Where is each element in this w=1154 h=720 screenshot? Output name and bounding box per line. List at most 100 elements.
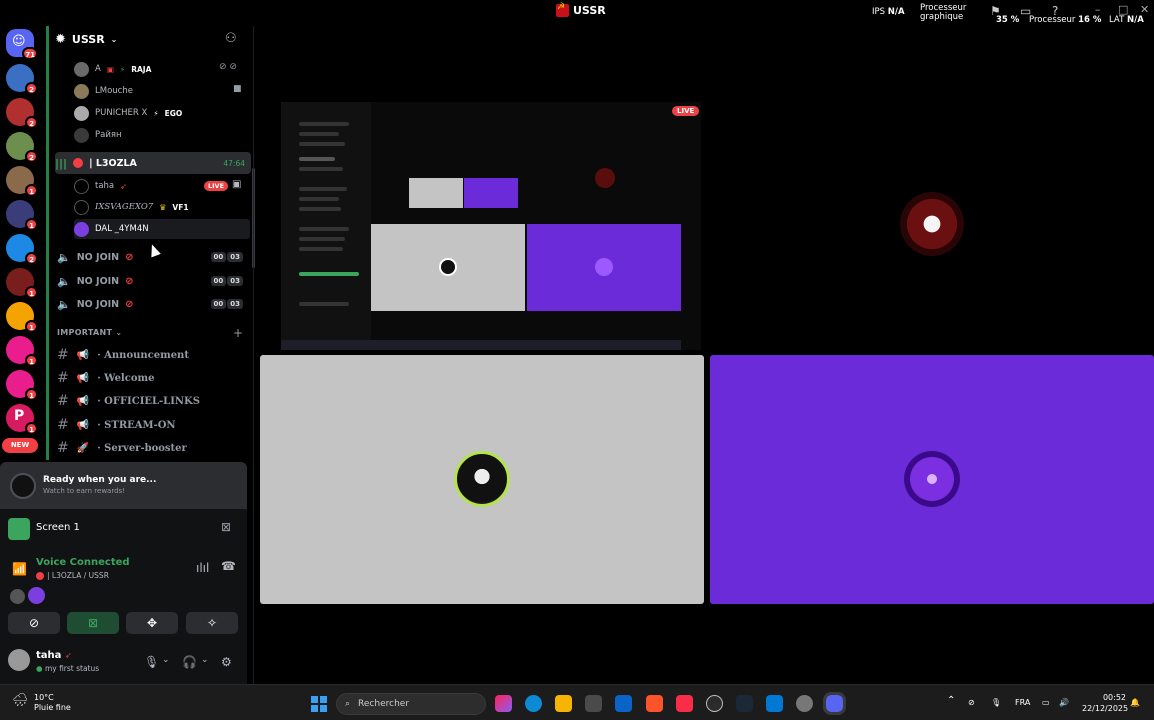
- text-channel[interactable]: # 📢 · OFFICIEL-LINKS: [57, 391, 249, 411]
- server-icon-10[interactable]: 1: [6, 370, 38, 401]
- voice-user[interactable]: DAL _4YM4N: [74, 219, 250, 239]
- taskbar-search[interactable]: ⌕ Rechercher: [336, 693, 486, 715]
- stream-tile[interactable]: [281, 102, 701, 350]
- divider: [253, 26, 254, 684]
- language-indicator[interactable]: FRA: [1015, 698, 1030, 707]
- store-icon[interactable]: [585, 695, 602, 712]
- chevron-up-icon[interactable]: ⌃: [947, 695, 955, 706]
- create-channel-icon[interactable]: +: [233, 326, 243, 340]
- file-explorer-icon[interactable]: [555, 695, 572, 712]
- avatar: [74, 105, 89, 121]
- chevron-down-icon[interactable]: ⌄: [201, 655, 209, 665]
- server-icon-3[interactable]: 2: [6, 132, 38, 163]
- server-icon-5[interactable]: 1: [6, 200, 38, 231]
- camera-icon: ■: [233, 84, 242, 94]
- text-channel[interactable]: # 📢 · STREAM-ON: [57, 415, 249, 435]
- online-dot-icon: ●: [36, 664, 43, 673]
- quest-promo[interactable]: Ready when you are... Watch to earn rewa…: [0, 462, 247, 509]
- voice-user[interactable]: PUNICHER X ⚡ EGO: [74, 103, 182, 123]
- noise-suppression-icon[interactable]: ılıl: [196, 561, 209, 575]
- server-icon-8[interactable]: 1: [6, 302, 38, 333]
- participant-tile-taha[interactable]: [260, 355, 704, 604]
- server-icon-4[interactable]: 1: [6, 166, 38, 197]
- gpu-label: Processeur graphique: [920, 3, 967, 22]
- settings-icon[interactable]: [796, 695, 813, 712]
- display-icon[interactable]: ▭: [1042, 698, 1050, 707]
- voice-user[interactable]: Райян: [74, 125, 122, 145]
- voice-channel-no-join[interactable]: 🔈 NO JOIN ⊘ 00 03: [57, 294, 249, 314]
- voice-active-icon: |||: [55, 156, 68, 170]
- voice-channel-no-join[interactable]: 🔈 NO JOIN ⊘ 00 03: [57, 271, 249, 291]
- live-badge: LIVE: [204, 181, 229, 191]
- preview-purple-tile: [527, 224, 681, 311]
- server-icon-2[interactable]: 2: [6, 98, 38, 129]
- avatar: [74, 127, 89, 143]
- voice-user[interactable]: taha ➶: [74, 176, 127, 196]
- windows-start-icon[interactable]: [311, 696, 327, 712]
- settings-gear-icon[interactable]: ⚙: [221, 655, 232, 669]
- voice-channel-l3ozla[interactable]: ||| | L3OZLA 47:64: [55, 152, 251, 174]
- voice-user[interactable]: A ▣ ⚡ RAJA: [74, 59, 151, 79]
- orb-icon: [10, 473, 36, 499]
- minimize-icon[interactable]: –: [1095, 3, 1101, 16]
- chevron-down-icon[interactable]: ⌄: [162, 655, 170, 665]
- close-icon[interactable]: ✕: [1140, 3, 1149, 16]
- camera-off-button[interactable]: ⊘: [8, 612, 60, 634]
- discord-taskbar-icon[interactable]: [823, 692, 846, 715]
- volume-icon[interactable]: 🔊: [1059, 698, 1069, 707]
- participant-tile-dal[interactable]: [710, 355, 1154, 604]
- voice-user[interactable]: LMouche: [74, 81, 133, 101]
- server-icon-7[interactable]: 1: [6, 268, 38, 299]
- invite-people-icon[interactable]: ⚇: [225, 31, 237, 46]
- text-channel[interactable]: # 📢 · Announcement: [57, 345, 249, 365]
- chatgpt-icon[interactable]: [706, 695, 723, 712]
- network-off-icon[interactable]: ⊘: [968, 698, 975, 707]
- stop-share-icon[interactable]: ⊠: [221, 520, 231, 534]
- steam-icon[interactable]: [736, 695, 753, 712]
- user-name[interactable]: taha ➶: [36, 650, 72, 661]
- microphone-icon[interactable]: 🎙: [144, 655, 159, 669]
- cpu-stat: Processeur 16 %: [1029, 15, 1102, 25]
- screen-share-row[interactable]: Screen 1 ⊠: [0, 509, 247, 549]
- clock[interactable]: 00:52 22/12/2025: [1082, 692, 1128, 714]
- server-header[interactable]: ✹ USSR ⌄: [55, 32, 117, 47]
- screen-share-button[interactable]: ⊠: [67, 612, 119, 634]
- server-icon-6[interactable]: 2: [6, 234, 38, 265]
- no-entry-icon: ⊘: [125, 251, 134, 263]
- copilot-icon[interactable]: [495, 695, 512, 712]
- voice-user[interactable]: IXSVAGEXO7 ♛ VF1: [74, 197, 189, 217]
- category-important[interactable]: IMPORTANT ⌄: [57, 328, 122, 337]
- weather-widget[interactable]: 10°C Pluie fine: [34, 693, 71, 713]
- music-icon[interactable]: [676, 695, 693, 712]
- new-badge: NEW: [2, 438, 38, 453]
- weather-rain-icon[interactable]: 🌧: [12, 693, 29, 708]
- notification-bell-icon[interactable]: 🔔: [1130, 698, 1140, 707]
- text-channel[interactable]: # 📢 · Welcome: [57, 368, 249, 388]
- avatar: [439, 258, 457, 276]
- voice-status[interactable]: Voice Connected: [36, 557, 130, 568]
- p-letter-icon: P: [14, 408, 25, 424]
- photos-icon[interactable]: [766, 695, 783, 712]
- voice-channel-path[interactable]: | L3OZLA / USSR: [36, 571, 109, 580]
- voice-channel-no-join[interactable]: 🔈 NO JOIN ⊘ 00 03: [57, 247, 249, 267]
- brave-icon[interactable]: [646, 695, 663, 712]
- participant-tile-avatar[interactable]: [710, 102, 1154, 350]
- watch-stream-icon[interactable]: ▣: [232, 179, 241, 190]
- maximize-icon[interactable]: □: [1118, 3, 1128, 16]
- disconnect-icon[interactable]: ☎: [221, 559, 236, 573]
- user-avatar[interactable]: [8, 649, 30, 671]
- outlook-icon[interactable]: [615, 695, 632, 712]
- no-entry-icon: ⊘: [125, 298, 134, 310]
- edge-icon[interactable]: [525, 695, 542, 712]
- home-button[interactable]: ☺ 71: [6, 29, 38, 60]
- text-channel[interactable]: # 🚀 · Server-booster: [57, 438, 249, 458]
- server-icon-11[interactable]: P 1: [6, 404, 38, 435]
- soundboard-button[interactable]: ✧: [186, 612, 238, 634]
- headphones-icon[interactable]: 🎧: [182, 655, 197, 669]
- server-icon-1[interactable]: 2: [6, 64, 38, 95]
- activities-button[interactable]: ✥: [126, 612, 178, 634]
- server-icon-9[interactable]: 1: [6, 336, 38, 367]
- help-icon[interactable]: ?: [1052, 4, 1058, 18]
- microphone-icon[interactable]: 🎙: [991, 698, 1001, 707]
- avatar: [74, 83, 89, 99]
